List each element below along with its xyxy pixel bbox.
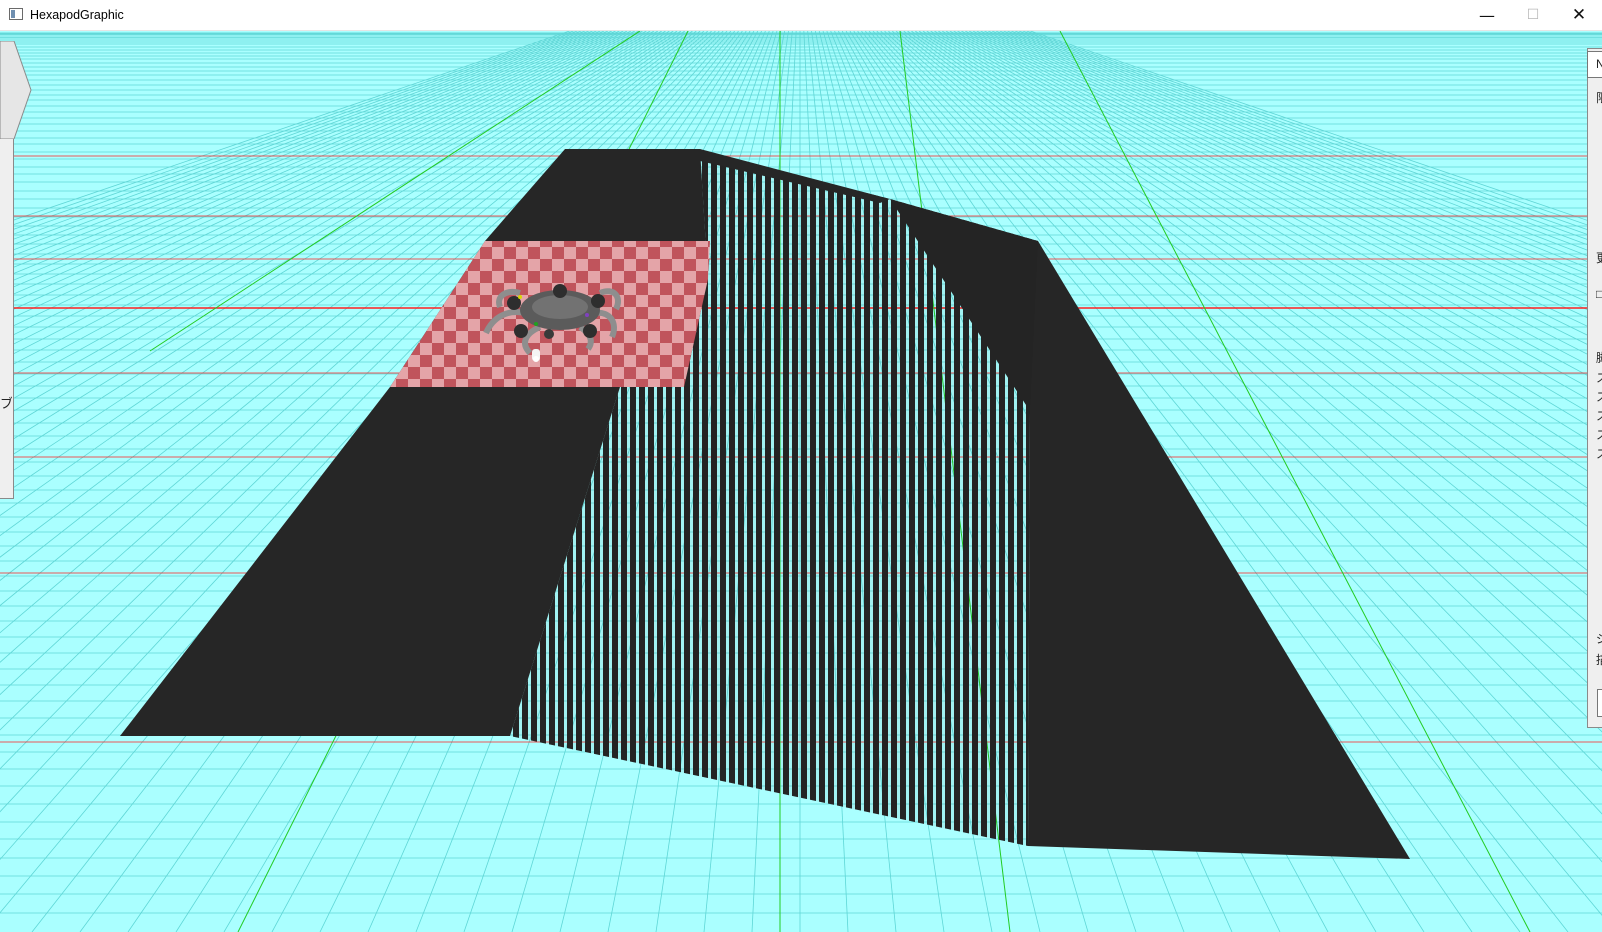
minimize-button[interactable]: — xyxy=(1464,0,1510,30)
title-bar: HexapodGraphic — ☐ ✕ xyxy=(0,0,1602,31)
maximize-button[interactable]: ☐ xyxy=(1510,0,1556,30)
right-panel-checkbox[interactable]: □ xyxy=(1596,287,1602,301)
right-panel-text: 更 xyxy=(1596,249,1602,266)
left-panel-expand-arrow[interactable] xyxy=(0,41,32,139)
app-window-icon xyxy=(9,8,23,20)
right-panel-text: ス xyxy=(1596,426,1602,443)
right-panel-text: ス xyxy=(1596,445,1602,462)
right-panel-text: ス xyxy=(1596,388,1602,405)
right-panel-text: ス xyxy=(1596,407,1602,424)
close-button[interactable]: ✕ xyxy=(1556,0,1602,30)
window-title: HexapodGraphic xyxy=(30,8,124,22)
right-panel-text: ス xyxy=(1596,369,1602,386)
3d-viewport[interactable] xyxy=(0,31,1602,932)
right-panel-button[interactable] xyxy=(1597,689,1602,717)
right-panel-text: 脚 xyxy=(1596,349,1602,366)
right-panel-text: N xyxy=(1596,57,1602,71)
right-panel-text: 描 xyxy=(1596,651,1602,668)
right-panel-text: 限 xyxy=(1596,89,1602,106)
origin-marker xyxy=(533,356,539,362)
scene-canvas[interactable] xyxy=(0,31,1602,932)
left-panel-label: ブ xyxy=(0,396,12,411)
right-panel-text: ジ xyxy=(1596,630,1602,647)
